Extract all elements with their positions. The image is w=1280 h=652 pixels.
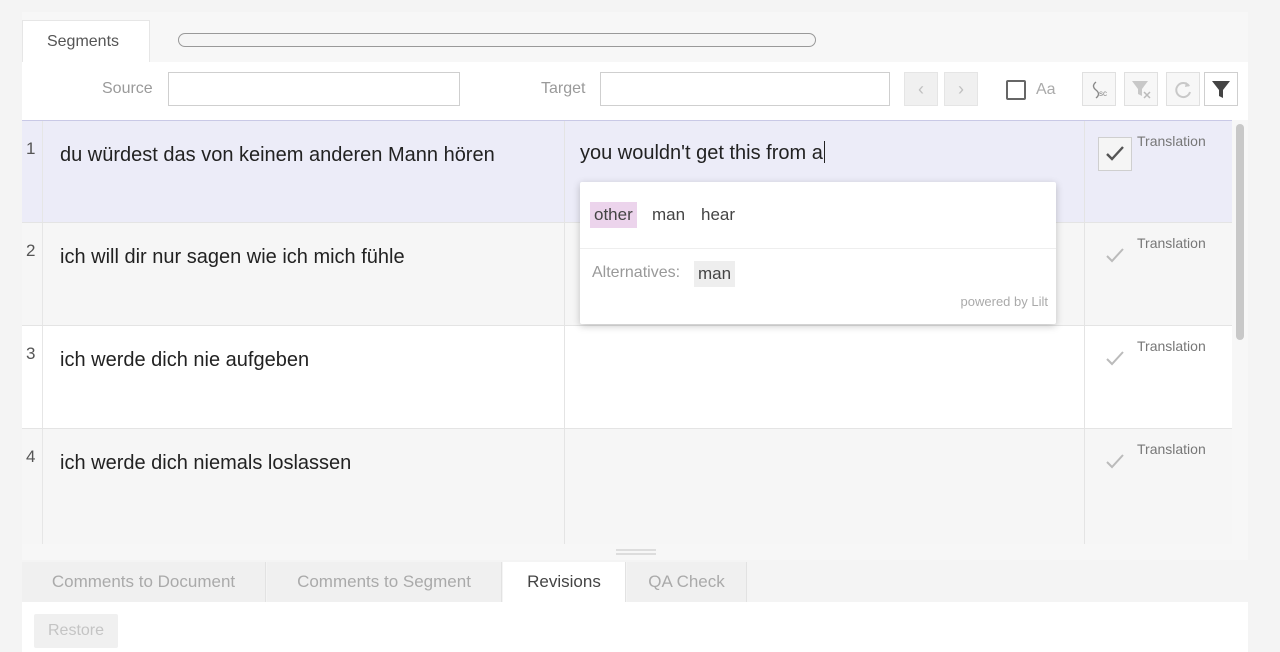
revisions-panel: Restore: [22, 602, 1248, 652]
text-caret: [823, 141, 825, 163]
source-filter-label: Source: [102, 80, 153, 97]
column-divider: [1084, 326, 1085, 428]
segment-number: 2: [26, 241, 36, 260]
checkmark-icon: [1106, 454, 1124, 469]
segment-source: ich werde dich nie aufgeben: [60, 349, 310, 371]
app-frame: Segments Source Target ‹ › Aa sc 1 du wü…: [0, 0, 1280, 652]
tab-segments[interactable]: Segments: [22, 20, 150, 62]
segment-target-editor[interactable]: you wouldn't get this from a: [580, 141, 825, 165]
segment-status: Translation: [1137, 235, 1206, 251]
column-divider: [564, 429, 565, 544]
segment-source: ich werde dich niemals loslassen: [60, 452, 352, 474]
match-case-label: Aa: [1036, 81, 1056, 98]
target-filter-label: Target: [541, 80, 586, 97]
suggestion-word[interactable]: man: [648, 202, 689, 228]
confirm-button[interactable]: [1098, 239, 1132, 273]
checkmark-icon: [1106, 146, 1124, 161]
segment-target-text: you wouldn't get this from a: [580, 142, 823, 164]
editor-panel: Segments Source Target ‹ › Aa sc 1 du wü…: [22, 12, 1248, 652]
bottom-tabs: Comments to Document Comments to Segment…: [22, 560, 1248, 602]
column-divider: [564, 121, 565, 222]
column-divider: [1084, 429, 1085, 544]
segment-number: 4: [26, 447, 36, 466]
prev-button[interactable]: ‹: [904, 72, 938, 106]
filter-icon: [1212, 81, 1230, 98]
chevron-right-icon: ›: [958, 78, 964, 99]
column-divider: [42, 121, 43, 222]
filter-clear-icon: [1132, 81, 1151, 99]
svg-text:sc: sc: [1099, 89, 1107, 98]
tab-comments-document[interactable]: Comments to Document: [22, 562, 266, 602]
column-divider: [1084, 121, 1085, 222]
clear-format-button[interactable]: sc: [1082, 72, 1116, 106]
restore-button[interactable]: Restore: [34, 614, 118, 648]
top-tabstrip: Segments: [22, 18, 1248, 62]
suggestion-word[interactable]: hear: [697, 202, 739, 228]
refresh-icon: [1175, 82, 1191, 99]
confirm-button[interactable]: [1098, 137, 1132, 171]
column-divider: [1084, 223, 1085, 325]
column-divider: [564, 223, 565, 325]
segment-source: du würdest das von keinem anderen Mann h…: [60, 144, 495, 166]
filter-bar: Source Target ‹ › Aa sc: [22, 62, 1248, 120]
scrollbar-thumb[interactable]: [1236, 124, 1244, 340]
clear-filter-button[interactable]: [1124, 72, 1158, 106]
segment-row[interactable]: 4 ich werde dich niemals loslassen Trans…: [22, 429, 1232, 544]
progress-bar: [178, 33, 816, 47]
target-filter-input[interactable]: [600, 72, 890, 106]
eraser-icon: sc: [1092, 81, 1107, 99]
refresh-button[interactable]: [1166, 72, 1200, 106]
column-divider: [42, 326, 43, 428]
segment-number: 1: [26, 139, 36, 158]
alternative-word[interactable]: man: [694, 261, 736, 287]
segment-source: ich will dir nur sagen wie ich mich fühl…: [60, 246, 405, 268]
confirm-button[interactable]: [1098, 445, 1132, 479]
suggestion-word[interactable]: other: [590, 202, 637, 228]
confirm-button[interactable]: [1098, 342, 1132, 376]
popup-divider: [580, 248, 1056, 249]
chevron-left-icon: ‹: [918, 78, 924, 99]
segment-number: 3: [26, 344, 36, 363]
powered-by-label: powered by Lilt: [960, 294, 1048, 309]
segment-status: Translation: [1137, 338, 1206, 354]
checkmark-icon: [1106, 248, 1124, 263]
column-divider: [42, 223, 43, 325]
filter-button[interactable]: [1204, 72, 1238, 106]
source-filter-input[interactable]: [168, 72, 460, 106]
column-divider: [42, 429, 43, 544]
tab-comments-segment[interactable]: Comments to Segment: [267, 562, 502, 602]
column-divider: [564, 326, 565, 428]
tab-revisions[interactable]: Revisions: [503, 562, 626, 602]
next-button[interactable]: ›: [944, 72, 978, 106]
panel-resize-handle[interactable]: [616, 549, 656, 555]
autocomplete-popup: other man hear Alternatives: man powered…: [580, 182, 1056, 324]
segment-row[interactable]: 3 ich werde dich nie aufgeben Translatio…: [22, 326, 1232, 429]
match-case-checkbox[interactable]: [1006, 80, 1026, 100]
tab-qa-check[interactable]: QA Check: [627, 562, 747, 602]
checkmark-icon: [1106, 351, 1124, 366]
segment-status: Translation: [1137, 133, 1206, 149]
segment-status: Translation: [1137, 441, 1206, 457]
alternatives-label: Alternatives:: [592, 264, 681, 281]
